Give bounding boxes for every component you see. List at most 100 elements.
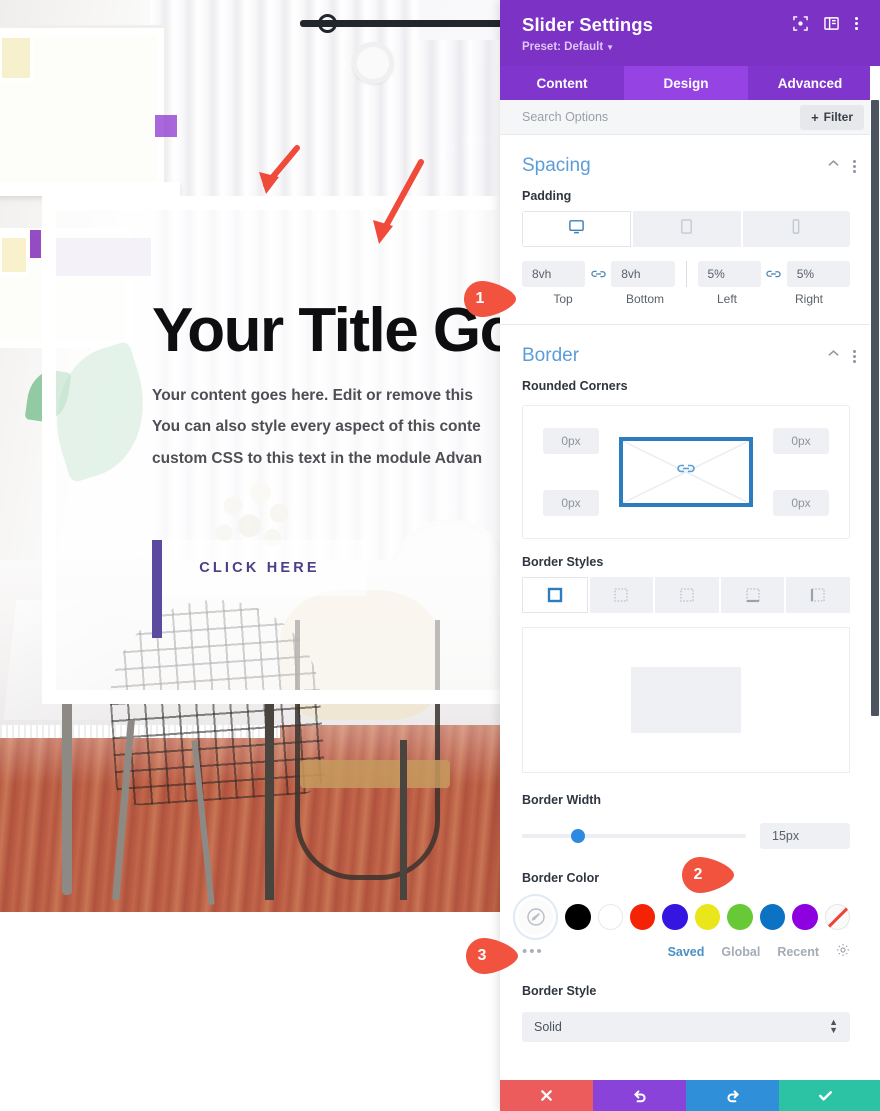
swatch-yellow[interactable] xyxy=(694,904,721,930)
padding-bottom-label: Bottom xyxy=(625,292,664,306)
panel-body: Spacing Padding 8vh 8vh 5% 5% Top Bottom… xyxy=(500,135,872,1080)
padding-top-label: Top xyxy=(553,292,573,306)
section-title-spacing: Spacing xyxy=(522,155,591,176)
chevron-down-icon: ▼ xyxy=(606,43,615,52)
photo-chair-leg-3 xyxy=(265,700,274,900)
color-tab-global[interactable]: Global xyxy=(721,945,760,959)
section-kebab-icon[interactable] xyxy=(853,159,856,173)
slide-body-line-2: You can also style every aspect of this … xyxy=(152,418,481,436)
swatch-black[interactable] xyxy=(565,904,591,930)
chevron-up-icon[interactable] xyxy=(827,157,840,175)
border-color-swatches xyxy=(518,899,850,935)
save-button[interactable] xyxy=(779,1080,872,1111)
more-colors-button[interactable]: ••• xyxy=(522,943,668,960)
filter-button[interactable]: + Filter xyxy=(800,104,864,130)
padding-right-input[interactable]: 5% xyxy=(786,261,850,287)
padding-horizontal-group: 5% 5% xyxy=(697,261,850,287)
border-style-right-button[interactable] xyxy=(655,577,719,613)
cta-button[interactable]: CLICK HERE xyxy=(152,540,367,596)
redo-button[interactable] xyxy=(686,1080,779,1111)
border-width-input[interactable]: 15px xyxy=(760,823,850,849)
callout-badge-3: 3 xyxy=(466,938,518,974)
section-controls-border xyxy=(827,347,856,365)
tab-content[interactable]: Content xyxy=(500,66,624,100)
border-style-bottom-button[interactable] xyxy=(720,577,785,613)
padding-label: Padding xyxy=(522,189,572,203)
desktop-icon xyxy=(568,218,585,240)
kebab-menu-icon[interactable] xyxy=(855,17,858,30)
corner-link-icon[interactable] xyxy=(676,462,696,483)
device-tablet-button[interactable] xyxy=(633,211,741,247)
corner-top-left-input[interactable]: 0px xyxy=(543,428,599,454)
callout-badge-2-label: 2 xyxy=(693,866,703,883)
photo-curtain-rod-cap xyxy=(318,14,337,33)
padding-left-label: Left xyxy=(716,292,737,306)
border-style-select[interactable]: Solid xyxy=(522,1012,850,1042)
callout-badge-2: 2 xyxy=(682,857,734,893)
padding-fields: 8vh 8vh 5% 5% xyxy=(522,261,850,287)
padding-left-input[interactable]: 5% xyxy=(697,261,761,287)
slider-settings-panel: Slider Settings Preset: Default ▼ Conten… xyxy=(500,0,872,1111)
padding-divider xyxy=(685,261,687,287)
cta-button-label: CLICK HERE xyxy=(199,560,320,576)
corner-bottom-right-input[interactable]: 0px xyxy=(773,490,829,516)
section-header-spacing[interactable]: Spacing xyxy=(500,135,872,187)
border-preview-box xyxy=(522,627,850,773)
scrollbar-thumb[interactable] xyxy=(871,100,879,716)
border-width-slider-thumb[interactable] xyxy=(571,829,585,843)
device-desktop-button[interactable] xyxy=(522,211,632,247)
panel-preset-label: Preset: Default xyxy=(522,41,604,53)
panel-header: Slider Settings Preset: Default ▼ xyxy=(500,0,872,66)
corner-bottom-left-input[interactable]: 0px xyxy=(543,490,599,516)
swatch-cyan-blue[interactable] xyxy=(759,904,786,930)
color-picker-button[interactable] xyxy=(518,899,554,935)
section-header-border[interactable]: Border xyxy=(500,325,872,377)
page-preview: Your Title Go Your content goes here. Ed… xyxy=(0,0,500,1111)
undo-button[interactable] xyxy=(593,1080,686,1111)
slide-body-line-3: custom CSS to this text in the module Ad… xyxy=(152,449,483,467)
corner-top-right-input[interactable]: 0px xyxy=(773,428,829,454)
tab-design[interactable]: Design xyxy=(624,66,748,100)
section-kebab-icon-border[interactable] xyxy=(853,349,856,363)
scrollbar-top-cap xyxy=(870,0,880,66)
focus-target-icon[interactable] xyxy=(793,16,808,31)
photo-table-leg xyxy=(62,700,72,895)
panel-preset-dropdown[interactable]: Preset: Default ▼ xyxy=(522,41,854,53)
swatch-white[interactable] xyxy=(597,904,624,930)
border-style-all-button[interactable] xyxy=(522,577,588,613)
filter-button-label: Filter xyxy=(823,110,853,124)
padding-vertical-group: 8vh 8vh xyxy=(522,261,675,287)
device-phone-button[interactable] xyxy=(742,211,850,247)
rounded-corners-control: 0px 0px 0px 0px xyxy=(522,405,850,539)
border-style-top-button[interactable] xyxy=(589,577,654,613)
swatch-red[interactable] xyxy=(630,904,656,930)
swatch-none[interactable] xyxy=(824,904,850,930)
search-input[interactable]: Search Options xyxy=(522,110,800,124)
photo-chair-seat xyxy=(300,760,450,788)
discard-button[interactable] xyxy=(500,1080,593,1111)
swatch-blue[interactable] xyxy=(662,904,688,930)
swatch-green[interactable] xyxy=(727,904,753,930)
photo-accent-purple-top xyxy=(155,115,177,137)
swatch-purple[interactable] xyxy=(792,904,818,930)
padding-top-input[interactable]: 8vh xyxy=(522,261,586,287)
panel-tabs: Content Design Advanced xyxy=(500,66,872,100)
search-row: Search Options + Filter xyxy=(500,100,872,135)
padding-right-label: Right xyxy=(794,292,823,306)
padding-bottom-input[interactable]: 8vh xyxy=(611,261,675,287)
photo-wall-rosette xyxy=(352,42,394,84)
color-tab-recent[interactable]: Recent xyxy=(777,945,819,959)
slide-title: Your Title Go xyxy=(152,296,500,365)
color-tab-saved[interactable]: Saved xyxy=(668,945,705,959)
slide-body: Your content goes here. Edit or remove t… xyxy=(152,380,500,474)
browser-scrollbar[interactable] xyxy=(870,0,880,1111)
chevron-up-icon-border[interactable] xyxy=(827,347,840,365)
link-horizontal-icon[interactable] xyxy=(761,268,787,280)
border-width-slider[interactable] xyxy=(522,829,746,843)
tab-advanced[interactable]: Advanced xyxy=(748,66,872,100)
layout-columns-icon[interactable] xyxy=(824,16,839,31)
border-styles-label: Border Styles xyxy=(522,555,604,569)
link-vertical-icon[interactable] xyxy=(585,268,611,280)
gear-icon[interactable] xyxy=(836,943,850,960)
border-style-left-button[interactable] xyxy=(786,577,850,613)
